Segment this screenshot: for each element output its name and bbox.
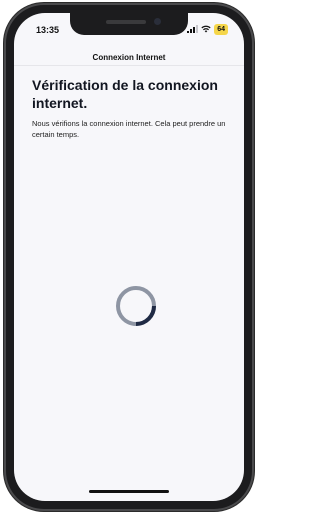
nav-divider: [14, 65, 244, 66]
wifi-icon: [201, 25, 211, 33]
loading-spinner-icon: [116, 286, 156, 326]
notch: [70, 13, 188, 35]
status-time: 13:35: [36, 25, 60, 35]
battery-icon: 64: [214, 23, 228, 35]
page-heading: Vérification de la connexion internet.: [32, 77, 218, 111]
phone-frame: 13:35 64 Connexion Internet Vérification…: [4, 3, 254, 511]
front-camera: [154, 18, 161, 25]
signal-icon: [187, 25, 199, 33]
screen: 13:35 64 Connexion Internet Vérification…: [14, 13, 244, 501]
speaker: [106, 20, 146, 24]
page-description: Nous vérifions la connexion internet. Ce…: [32, 119, 226, 139]
nav-title: Connexion Internet: [92, 53, 166, 62]
status-icons: 64: [187, 23, 228, 35]
home-indicator[interactable]: [89, 490, 169, 493]
